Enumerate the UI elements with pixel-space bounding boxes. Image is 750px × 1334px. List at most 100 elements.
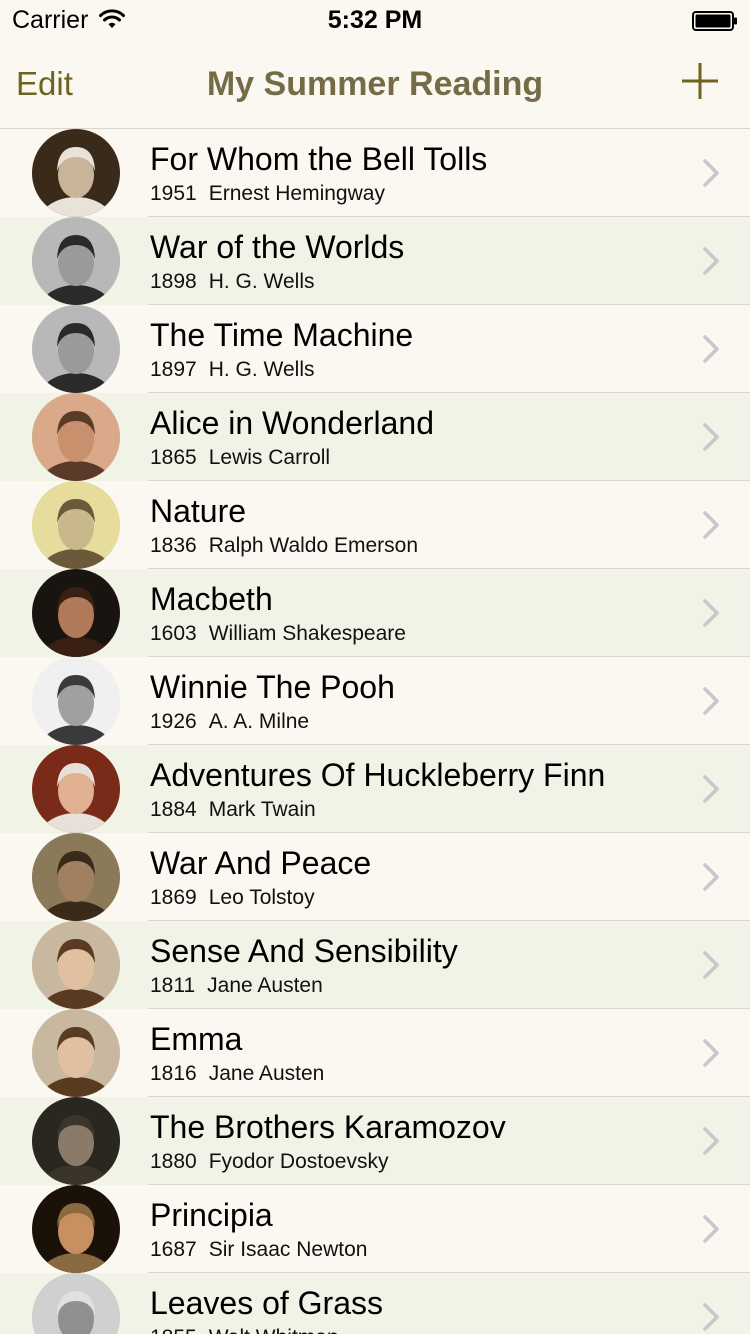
book-meta: 1687 Sir Isaac Newton: [150, 1237, 367, 1263]
book-row[interactable]: The Time Machine 1897 H. G. Wells: [0, 305, 750, 393]
book-title: War of the Worlds: [150, 229, 405, 265]
status-time: 5:32 PM: [327, 6, 423, 34]
book-year: 1869: [150, 886, 197, 909]
book-title: War And Peace: [150, 845, 372, 881]
portrait-image: [32, 393, 120, 481]
book-row[interactable]: Macbeth 1603 William Shakespeare: [0, 569, 750, 657]
author-portrait: [32, 1009, 120, 1097]
book-author: Mark Twain: [208, 798, 316, 821]
book-year: 1898: [150, 270, 197, 293]
book-year: 1816: [150, 1062, 197, 1085]
portrait-image: [32, 481, 120, 569]
chevron-right-icon: [703, 511, 719, 539]
author-portrait: [32, 481, 120, 569]
book-meta: 1880 Fyodor Dostoevsky: [150, 1149, 388, 1175]
status-bar: Carrier 5:32 PM: [0, 0, 750, 40]
book-year: 1855: [150, 1326, 197, 1334]
book-meta: 1836 Ralph Waldo Emerson: [150, 533, 418, 559]
portrait-image: [32, 657, 120, 745]
book-author: Jane Austen: [207, 974, 323, 997]
chevron-right-icon: [703, 247, 719, 275]
book-row[interactable]: Sense And Sensibility 1811 Jane Austen: [0, 921, 750, 1009]
book-row[interactable]: War And Peace 1869 Leo Tolstoy: [0, 833, 750, 921]
book-author: Lewis Carroll: [208, 446, 331, 469]
book-title: Sense And Sensibility: [150, 933, 458, 969]
chevron-right-icon: [703, 775, 719, 803]
portrait-image: [32, 833, 120, 921]
author-portrait: [32, 129, 120, 217]
author-portrait: [32, 1273, 120, 1334]
portrait-image: [32, 1009, 120, 1097]
book-row[interactable]: For Whom the Bell Tolls 1951 Ernest Heming…: [0, 129, 750, 217]
battery-icon: [692, 11, 737, 31]
book-year: 1603: [150, 622, 197, 645]
book-author: Leo Tolstoy: [208, 886, 315, 909]
book-author: H. G. Wells: [208, 270, 315, 293]
author-portrait: [32, 217, 120, 305]
book-row[interactable]: The Brothers Karamozov 1880 Fyodor Dostoev…: [0, 1097, 750, 1185]
book-author: Sir Isaac Newton: [208, 1238, 368, 1261]
page-title: My Summer Reading: [206, 65, 544, 103]
book-title: Winnie The Pooh: [150, 669, 395, 705]
book-title: The Time Machine: [150, 317, 414, 353]
book-title: Macbeth: [150, 581, 273, 617]
chevron-right-icon: [703, 1303, 719, 1331]
book-meta: 1811 Jane Austen: [150, 973, 323, 999]
book-row[interactable]: Adventures Of Huckleberry Finn 1884 Mark T…: [0, 745, 750, 833]
book-author: H. G. Wells: [208, 358, 315, 381]
author-portrait: [32, 833, 120, 921]
book-author: Fyodor Dostoevsky: [208, 1150, 389, 1173]
book-year: 1951: [150, 182, 197, 205]
portrait-image: [32, 745, 120, 833]
chevron-right-icon: [703, 1215, 719, 1243]
book-title: Principia: [150, 1197, 273, 1233]
book-meta: 1816 Jane Austen: [150, 1061, 324, 1087]
book-author: Walt Whitman: [209, 1326, 339, 1334]
book-list: For Whom the Bell Tolls 1951 Ernest Heming…: [0, 129, 750, 1334]
book-title: Emma: [150, 1021, 243, 1057]
app-screen: Carrier 5:32 PM Edit My Summer Reading F…: [0, 0, 750, 1334]
add-button[interactable]: [680, 61, 720, 101]
portrait-image: [32, 921, 120, 1009]
book-year: 1884: [150, 798, 197, 821]
author-portrait: [32, 1097, 120, 1185]
book-row[interactable]: Leaves of Grass 1855 Walt Whitman: [0, 1273, 750, 1334]
book-meta: 1855 Walt Whitman: [150, 1325, 339, 1334]
portrait-image: [32, 129, 120, 217]
book-year: 1897: [150, 358, 197, 381]
book-year: 1865: [150, 446, 197, 469]
book-row[interactable]: Emma 1816 Jane Austen: [0, 1009, 750, 1097]
book-meta: 1603 William Shakespeare: [150, 621, 406, 647]
book-meta: 1926 A. A. Milne: [150, 709, 309, 735]
book-row[interactable]: Nature 1836 Ralph Waldo Emerson: [0, 481, 750, 569]
book-row[interactable]: Winnie The Pooh 1926 A. A. Milne: [0, 657, 750, 745]
plus-icon: [682, 63, 718, 99]
portrait-image: [32, 217, 120, 305]
book-meta: 1869 Leo Tolstoy: [150, 885, 315, 911]
author-portrait: [32, 921, 120, 1009]
book-row[interactable]: Alice in Wonderland 1865 Lewis Carroll: [0, 393, 750, 481]
author-portrait: [32, 657, 120, 745]
book-title: The Brothers Karamozov: [150, 1109, 506, 1145]
book-year: 1687: [150, 1238, 197, 1261]
book-year: 1811: [150, 974, 196, 997]
book-title: Adventures Of Huckleberry Finn: [150, 757, 606, 793]
portrait-image: [32, 305, 120, 393]
chevron-right-icon: [703, 863, 719, 891]
book-row[interactable]: Principia 1687 Sir Isaac Newton: [0, 1185, 750, 1273]
book-meta: 1865 Lewis Carroll: [150, 445, 330, 471]
book-meta: 1898 H. G. Wells: [150, 269, 315, 295]
book-meta: 1951 Ernest Hemingway: [150, 181, 385, 207]
portrait-image: [32, 1097, 120, 1185]
book-author: Ernest Hemingway: [208, 182, 385, 205]
chevron-right-icon: [703, 1039, 719, 1067]
book-row[interactable]: War of the Worlds 1898 H. G. Wells: [0, 217, 750, 305]
chevron-right-icon: [703, 335, 719, 363]
chevron-right-icon: [703, 599, 719, 627]
author-portrait: [32, 393, 120, 481]
book-meta: 1884 Mark Twain: [150, 797, 316, 823]
author-portrait: [32, 305, 120, 393]
chevron-right-icon: [703, 159, 719, 187]
book-author: A. A. Milne: [208, 710, 310, 733]
portrait-image: [32, 1273, 120, 1334]
